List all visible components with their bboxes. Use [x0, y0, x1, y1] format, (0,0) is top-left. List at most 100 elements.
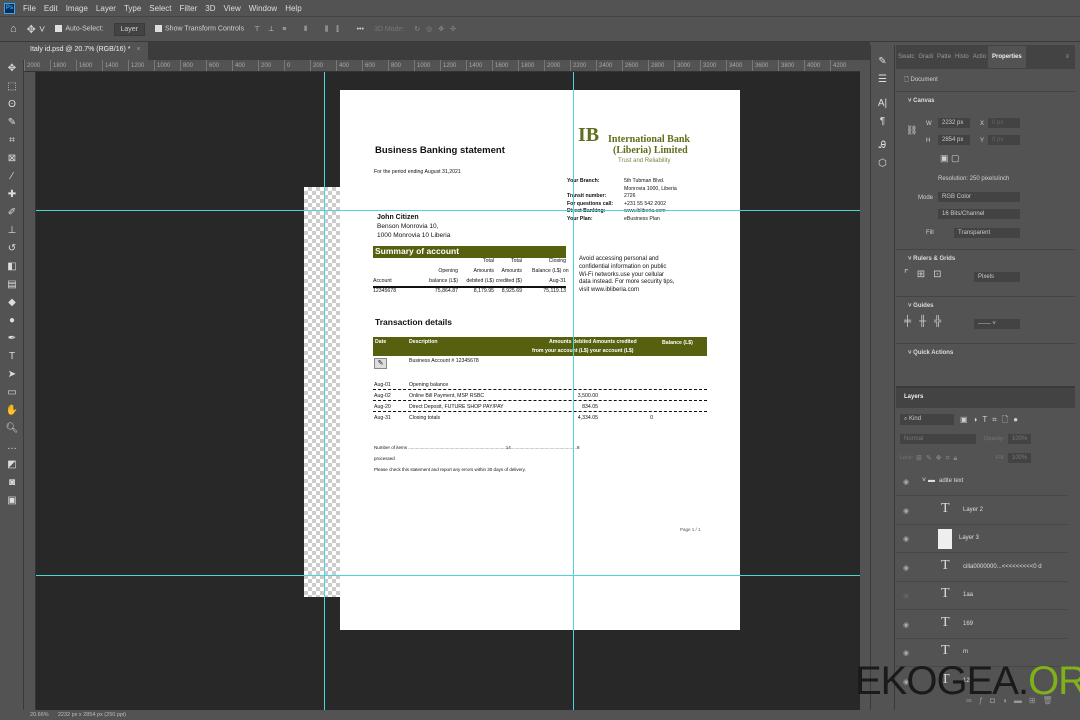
layer-row[interactable]: ◉ T 1aa	[896, 582, 1068, 610]
ruler-grid-icons[interactable]: ⌜⊞⊡	[904, 269, 949, 280]
visibility-eye-icon[interactable]: ◉	[903, 592, 909, 600]
move-tool-icon[interactable]: ✥	[0, 60, 24, 78]
menu-filter[interactable]: Filter	[180, 4, 198, 13]
layer-row[interactable]: ◉ ˅ ▬ adite text	[896, 468, 1068, 496]
3d-icon[interactable]: ⬡	[871, 155, 894, 173]
fill-select[interactable]: Transparent	[954, 228, 1020, 238]
layer-select[interactable]: Layer	[113, 22, 146, 36]
layer-row[interactable]: ◉ Tcilla0000000...<<<<<<<<<0 d	[896, 554, 1068, 582]
vertical-ruler[interactable]	[24, 72, 36, 710]
visibility-eye-icon[interactable]: ◉	[903, 478, 909, 486]
tab-properties[interactable]: Properties	[988, 46, 1026, 68]
guide-style-select[interactable]: ─── ˅	[974, 319, 1020, 329]
tab-gradients[interactable]: Gradi	[916, 54, 935, 60]
layer-row[interactable]: ◉ Layer 3	[896, 525, 1068, 553]
link-icon[interactable]: ⛓	[906, 125, 917, 136]
panel-menu-icon[interactable]: ≡	[1063, 54, 1075, 60]
3d-orbit-icons[interactable]: ↻◎✥✣	[414, 25, 462, 33]
frame-tool-icon[interactable]: ⊠	[0, 150, 24, 168]
show-transform-checkbox[interactable]: Show Transform Controls	[155, 25, 244, 33]
quick-select-tool-icon[interactable]: ✎	[0, 114, 24, 132]
adjustments-icon[interactable]: ☰	[871, 71, 894, 89]
menu-help[interactable]: Help	[285, 4, 301, 13]
lasso-tool-icon[interactable]: ʘ	[0, 96, 24, 114]
menu-edit[interactable]: Edit	[44, 4, 58, 13]
rulers-grids-section[interactable]: ˅ Rulers & Grids	[896, 249, 1075, 268]
zoom-tool-icon[interactable]: 🔍︎	[0, 420, 24, 438]
menu-view[interactable]: View	[224, 4, 241, 13]
fill-input[interactable]: 100%	[1008, 453, 1032, 463]
type-tool-icon[interactable]: T	[0, 348, 24, 366]
mode-select[interactable]: RGB Color	[938, 192, 1020, 202]
horizontal-ruler[interactable]: 2000 1800 1600 1400 1200 1000 800 600 400 200 0 200…	[24, 60, 860, 72]
blur-tool-icon[interactable]: ◆	[0, 294, 24, 312]
guide-horizontal[interactable]	[36, 575, 860, 576]
glyphs-icon[interactable]: Ꭿ	[871, 137, 894, 155]
hand-tool-icon[interactable]: ✋	[0, 402, 24, 420]
quick-mask-icon[interactable]: ◙	[0, 474, 24, 492]
x-input[interactable]: 0 px	[988, 118, 1020, 128]
auto-select-checkbox[interactable]: Auto-Select:	[55, 25, 104, 33]
history-brush-icon[interactable]: ↺	[0, 240, 24, 258]
close-tab-icon[interactable]: ×	[136, 46, 140, 53]
menu-file[interactable]: File	[23, 4, 36, 13]
tab-history[interactable]: Histo	[953, 54, 971, 60]
bit-depth-select[interactable]: 16 Bits/Channel	[938, 209, 1020, 219]
tab-swatches[interactable]: Swatc	[896, 54, 916, 60]
visibility-eye-icon[interactable]: ◉	[903, 564, 909, 572]
opacity-input[interactable]: 100%	[1008, 434, 1032, 444]
screen-mode-icon[interactable]: ▣	[0, 492, 24, 510]
visibility-eye-icon[interactable]: ◉	[903, 649, 909, 657]
character-icon[interactable]: A|	[871, 95, 894, 113]
photoshop-logo-icon[interactable]: Ps	[4, 2, 15, 14]
height-input[interactable]: 2854 px	[938, 135, 970, 145]
home-icon[interactable]: ⌂	[10, 23, 17, 35]
more-button[interactable]: •••	[357, 26, 364, 33]
tab-actions[interactable]: Actio	[971, 54, 988, 60]
layer-row[interactable]: ◉ T Layer 2	[896, 497, 1068, 525]
zoom-level[interactable]: 20.66%	[30, 712, 49, 718]
menu-layer[interactable]: Layer	[96, 4, 116, 13]
shape-tool-icon[interactable]: ▭	[0, 384, 24, 402]
document-tab[interactable]: Italy id.psd @ 20.7% (RGB/16) * ×	[24, 42, 148, 60]
menu-window[interactable]: Window	[249, 4, 277, 13]
guide-vertical[interactable]	[324, 72, 325, 710]
guides-section[interactable]: ˅ Guides	[896, 296, 1075, 315]
dodge-tool-icon[interactable]: ●	[0, 312, 24, 330]
tab-patterns[interactable]: Patte	[935, 54, 953, 60]
width-input[interactable]: 2232 px	[938, 118, 970, 128]
menu-image[interactable]: Image	[66, 4, 88, 13]
menu-select[interactable]: Select	[149, 4, 171, 13]
canvas-area[interactable]: Business Banking statement For the perio…	[36, 72, 860, 710]
healing-tool-icon[interactable]: ✚	[0, 186, 24, 204]
quick-actions-section[interactable]: ˅ Quick Actions	[896, 343, 1075, 362]
visibility-eye-icon[interactable]: ◉	[903, 621, 909, 629]
guide-icons[interactable]: ╪╫╬	[904, 316, 949, 327]
brush-tool-icon[interactable]: ✐	[0, 204, 24, 222]
pen-tool-icon[interactable]: ✒	[0, 330, 24, 348]
align-icons[interactable]: ⊤⊥≡ ⫴ ⫼⫿	[254, 25, 347, 34]
visibility-eye-icon[interactable]: ◉	[903, 507, 909, 515]
eraser-tool-icon[interactable]: ◧	[0, 258, 24, 276]
brush-settings-icon[interactable]: ✎	[871, 53, 894, 71]
visibility-eye-icon[interactable]: ◉	[903, 535, 909, 543]
marquee-tool-icon[interactable]: ⬚	[0, 78, 24, 96]
canvas-section[interactable]: ˅ Canvas	[896, 91, 1075, 110]
paragraph-icon[interactable]: ¶	[871, 113, 894, 131]
path-select-tool-icon[interactable]: ➤	[0, 366, 24, 384]
units-select[interactable]: Pixels	[974, 272, 1020, 282]
y-input[interactable]: 0 px	[988, 135, 1020, 145]
guide-horizontal[interactable]	[36, 210, 860, 211]
guide-vertical[interactable]	[573, 72, 574, 710]
blend-mode-select[interactable]: Normal	[900, 434, 976, 444]
layer-row[interactable]: ◉ T 169	[896, 611, 1068, 639]
gradient-tool-icon[interactable]: ▤	[0, 276, 24, 294]
tab-layers[interactable]: Layers	[896, 388, 1075, 408]
color-swatches-icon[interactable]: ◩	[0, 456, 24, 474]
kind-filter-select[interactable]: ⌕ Kind	[900, 414, 954, 425]
lock-icons[interactable]: ⊞✎✥⌗🔒︎	[916, 454, 961, 463]
eyedropper-tool-icon[interactable]: ⁄	[0, 168, 24, 186]
stamp-tool-icon[interactable]: ⊥	[0, 222, 24, 240]
crop-tool-icon[interactable]: ⌗	[0, 132, 24, 150]
layer-filter-icons[interactable]: ▣◑T⌗🗋●	[960, 414, 1023, 428]
